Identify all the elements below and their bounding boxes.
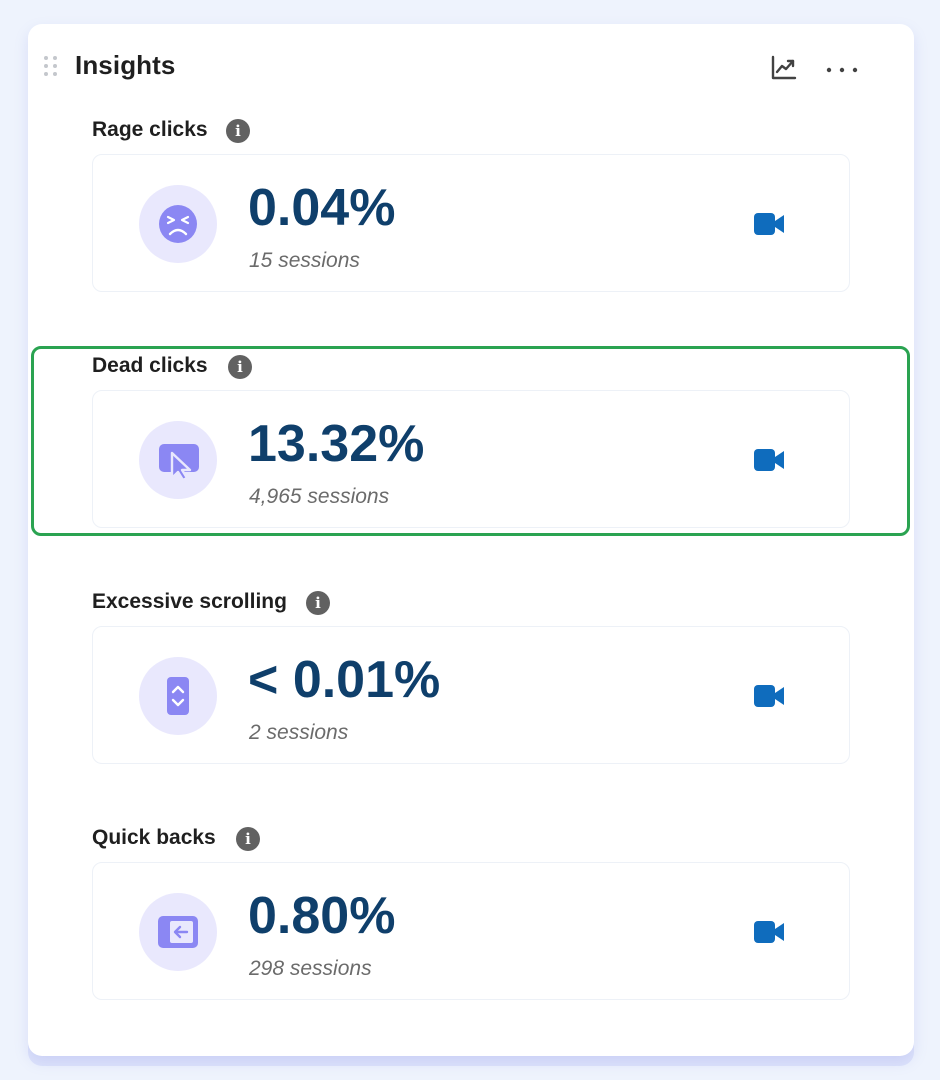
info-icon[interactable]: i: [228, 355, 252, 379]
insight-label: Quick backs: [92, 826, 216, 849]
insight-percentage: 0.04%: [248, 179, 396, 237]
drag-handle-icon[interactable]: [44, 56, 58, 76]
video-camera-icon: [754, 449, 784, 471]
more-options-button[interactable]: [820, 52, 868, 84]
insight-percentage: < 0.01%: [248, 651, 441, 709]
insight-metric-card[interactable]: 0.04% 15 sessions: [92, 154, 850, 292]
angry-face-icon: [139, 185, 217, 263]
insights-card: Insights Rage clicks i 0.04% 15 sessions…: [28, 24, 914, 1056]
more-horizontal-icon: [826, 67, 858, 73]
card-header: Insights: [28, 24, 914, 110]
insight-metric-card[interactable]: < 0.01% 2 sessions: [92, 626, 850, 764]
insight-label: Excessive scrolling: [92, 590, 287, 613]
scroll-icon: [139, 657, 217, 735]
view-recordings-button[interactable]: [753, 447, 787, 473]
view-recordings-button[interactable]: [753, 211, 787, 237]
video-camera-icon: [754, 685, 784, 707]
insight-sessions: 15 sessions: [249, 249, 360, 272]
insight-label: Dead clicks: [92, 354, 208, 377]
insight-metric-card[interactable]: 0.80% 298 sessions: [92, 862, 850, 1000]
insight-percentage: 13.32%: [248, 415, 425, 473]
insight-sessions: 4,965 sessions: [249, 485, 390, 508]
video-camera-icon: [754, 213, 784, 235]
card-title: Insights: [75, 50, 176, 80]
insight-label: Rage clicks: [92, 118, 208, 141]
quick-back-icon: [139, 893, 217, 971]
info-icon[interactable]: i: [236, 827, 260, 851]
view-recordings-button[interactable]: [753, 683, 787, 709]
insight-sessions: 298 sessions: [249, 957, 372, 980]
video-camera-icon: [754, 921, 784, 943]
chart-trend-icon: [771, 55, 797, 80]
view-recordings-button[interactable]: [753, 919, 787, 945]
insight-sessions: 2 sessions: [249, 721, 349, 744]
insight-metric-card[interactable]: 13.32% 4,965 sessions: [92, 390, 850, 528]
info-icon[interactable]: i: [226, 119, 250, 143]
dead-click-cursor-icon: [139, 421, 217, 499]
info-icon[interactable]: i: [306, 591, 330, 615]
insight-percentage: 0.80%: [248, 887, 396, 945]
chart-trend-button[interactable]: [766, 52, 802, 84]
